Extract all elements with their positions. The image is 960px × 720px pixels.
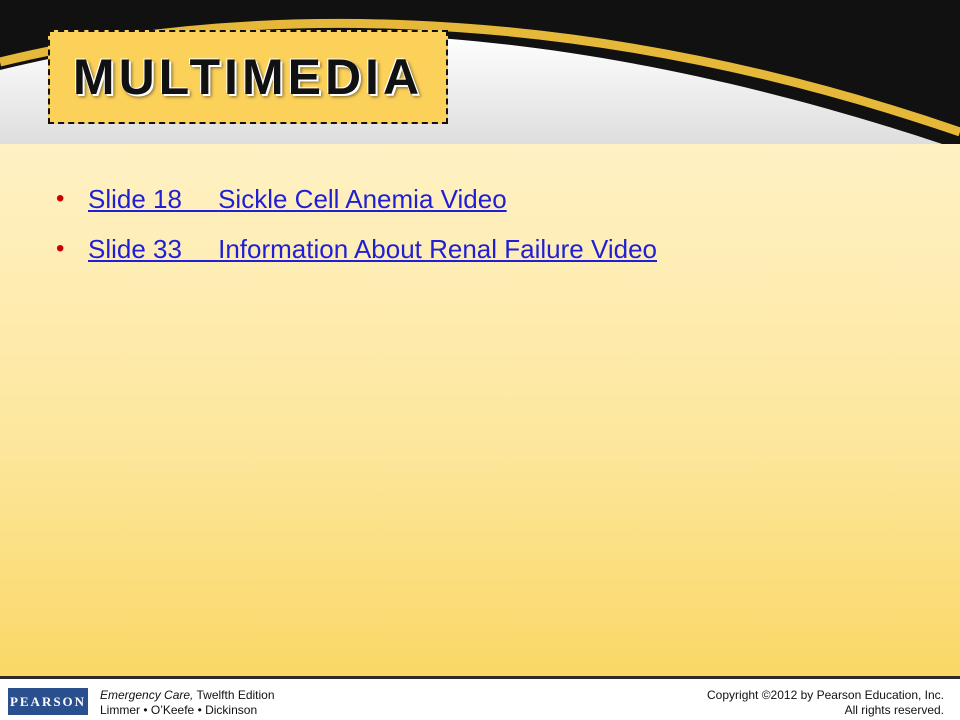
- link-text: Sickle Cell Anemia Video: [218, 183, 507, 214]
- book-authors: Limmer • O’Keefe • Dickinson: [100, 703, 258, 717]
- link-slide-label: Slide 18: [88, 183, 182, 214]
- link-text: Information About Renal Failure Video: [218, 233, 657, 264]
- pearson-logo: PEARSON: [8, 688, 88, 715]
- book-edition: Twelfth Edition: [193, 688, 275, 702]
- link-slide-label: Slide 33: [88, 233, 182, 264]
- rights-text: All rights reserved.: [844, 703, 944, 717]
- link-list: • Slide 18 Sickle Cell Anemia Video • Sl…: [56, 174, 657, 274]
- copyright-text: Copyright ©2012 by Pearson Education, In…: [707, 688, 944, 702]
- link-slide-33[interactable]: Slide 33 Information About Renal Failure…: [88, 234, 657, 265]
- slide-footer: PEARSON Emergency Care, Twelfth Edition …: [0, 676, 960, 720]
- list-item: • Slide 33 Information About Renal Failu…: [56, 224, 657, 274]
- book-info: Emergency Care, Twelfth Edition Limmer •…: [100, 688, 275, 718]
- book-title: Emergency Care,: [100, 688, 194, 702]
- list-item: • Slide 18 Sickle Cell Anemia Video: [56, 174, 657, 224]
- bullet-icon: •: [56, 185, 65, 212]
- slide-title: MULTIMEDIA: [72, 49, 424, 105]
- slide-header: MULTIMEDIA: [0, 0, 960, 144]
- bullet-icon: •: [56, 235, 65, 262]
- title-box: MULTIMEDIA: [48, 30, 448, 124]
- link-slide-18[interactable]: Slide 18 Sickle Cell Anemia Video: [88, 184, 507, 215]
- copyright-info: Copyright ©2012 by Pearson Education, In…: [707, 688, 944, 718]
